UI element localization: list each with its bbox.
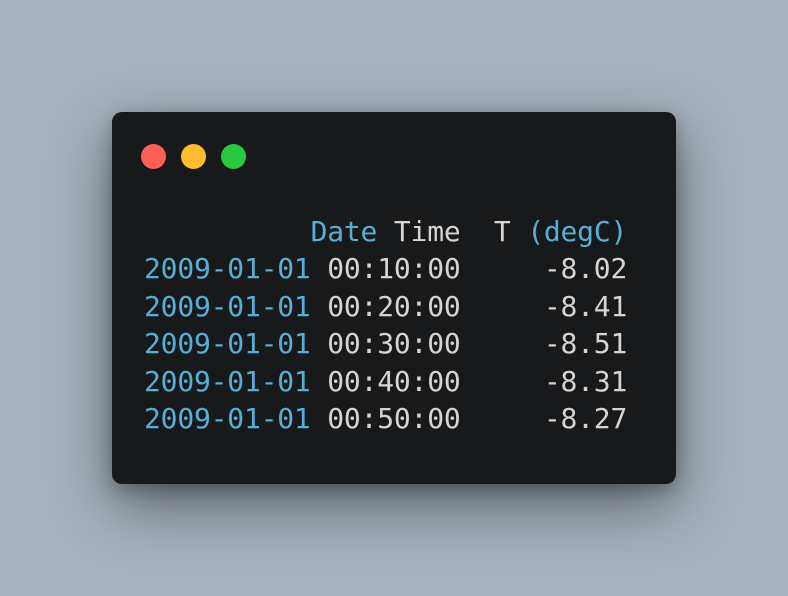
row-date: 2009-01-01 bbox=[144, 327, 311, 361]
table-row: 2009-01-01 00:50:00 -8.27 bbox=[144, 400, 627, 437]
row-temp: -8.51 bbox=[543, 327, 628, 361]
table-row: 2009-01-01 00:10:00 -8.02 bbox=[144, 250, 627, 287]
header-temp-unit: (degC) bbox=[527, 215, 628, 248]
close-button[interactable] bbox=[141, 144, 166, 169]
row-temp: -8.02 bbox=[543, 252, 628, 286]
minimize-button[interactable] bbox=[181, 144, 206, 169]
row-date: 2009-01-01 bbox=[144, 252, 311, 286]
row-temp: -8.27 bbox=[543, 401, 628, 435]
row-time: 00:50:00 bbox=[327, 401, 461, 435]
row-temp: -8.41 bbox=[543, 289, 628, 323]
row-time: 00:10:00 bbox=[327, 252, 461, 286]
table-output: Date Time T (degC) 2009-01-01 00:10:00 -8… bbox=[144, 213, 627, 437]
row-time: 00:40:00 bbox=[327, 364, 461, 398]
terminal-window: Date Time T (degC) 2009-01-01 00:10:00 -8… bbox=[112, 112, 676, 484]
table-row: 2009-01-01 00:20:00 -8.41 bbox=[144, 288, 627, 325]
row-temp: -8.31 bbox=[543, 364, 628, 398]
row-date: 2009-01-01 bbox=[144, 401, 311, 435]
row-time: 00:20:00 bbox=[327, 289, 461, 323]
table-header: Date Time T (degC) bbox=[144, 213, 628, 250]
table-row: 2009-01-01 00:30:00 -8.51 bbox=[144, 325, 627, 362]
header-temp-name: T bbox=[493, 215, 511, 248]
header-time: Time bbox=[393, 215, 461, 248]
maximize-button[interactable] bbox=[221, 144, 246, 169]
header-date: Date bbox=[310, 215, 378, 248]
row-time: 00:30:00 bbox=[327, 327, 461, 361]
row-date: 2009-01-01 bbox=[144, 364, 311, 398]
row-date: 2009-01-01 bbox=[144, 289, 311, 323]
table-row: 2009-01-01 00:40:00 -8.31 bbox=[144, 363, 627, 400]
